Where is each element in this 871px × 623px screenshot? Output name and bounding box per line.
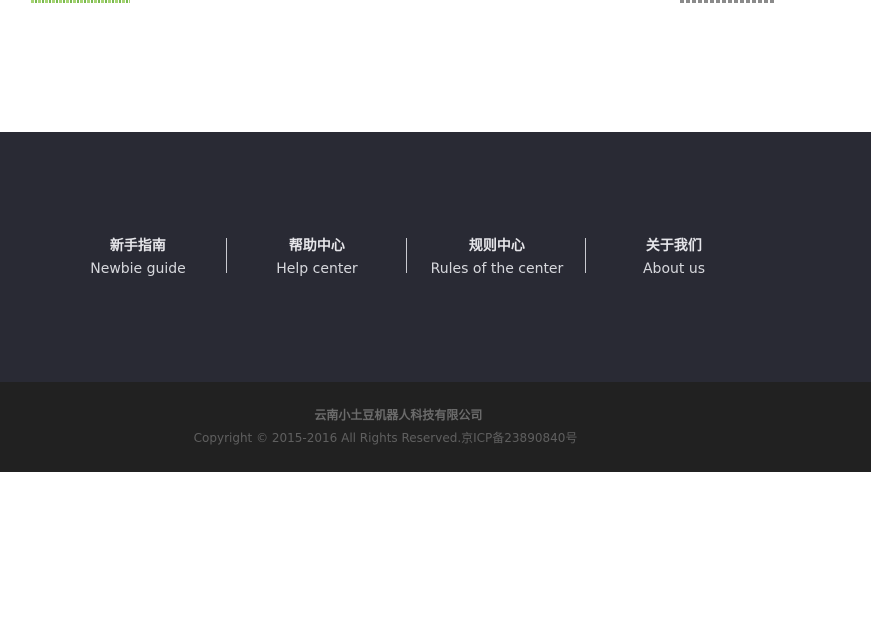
nav-help-center-en: Help center: [276, 261, 358, 277]
logo-image-fragment: [31, 0, 130, 3]
copyright-text: Copyright © 2015-2016 All Rights Reserve…: [193, 431, 578, 445]
nav-newbie-guide-en: Newbie guide: [90, 261, 186, 277]
company-name: 云南小土豆机器人科技有限公司: [314, 408, 483, 422]
page: 新手指南 Newbie guide 帮助中心 Help center 规则中心 …: [0, 0, 871, 623]
nav-divider: [585, 238, 586, 273]
nav-newbie-guide[interactable]: 新手指南 Newbie guide: [58, 236, 218, 279]
header-strip: [0, 0, 871, 132]
footer-navigation: 新手指南 Newbie guide 帮助中心 Help center 规则中心 …: [0, 132, 871, 382]
nav-divider: [226, 238, 227, 273]
nav-help-center[interactable]: 帮助中心 Help center: [237, 236, 397, 279]
nav-rules-center-cn: 规则中心: [469, 238, 525, 254]
nav-rules-center-en: Rules of the center: [430, 261, 564, 277]
header-contact-text-fragment: [680, 0, 776, 3]
logo-image[interactable]: [31, 0, 130, 3]
nav-newbie-guide-cn: 新手指南: [110, 238, 166, 254]
nav-divider: [406, 238, 407, 273]
nav-rules-center[interactable]: 规则中心 Rules of the center: [417, 236, 577, 279]
nav-help-center-cn: 帮助中心: [289, 238, 345, 254]
nav-about-us[interactable]: 关于我们 About us: [594, 236, 754, 279]
nav-about-us-cn: 关于我们: [646, 238, 702, 254]
nav-about-us-en: About us: [642, 261, 705, 277]
header-contact-fragment: [680, 0, 776, 3]
footer-copyright: 云南小土豆机器人科技有限公司 Copyright © 2015-2016 All…: [0, 382, 871, 472]
